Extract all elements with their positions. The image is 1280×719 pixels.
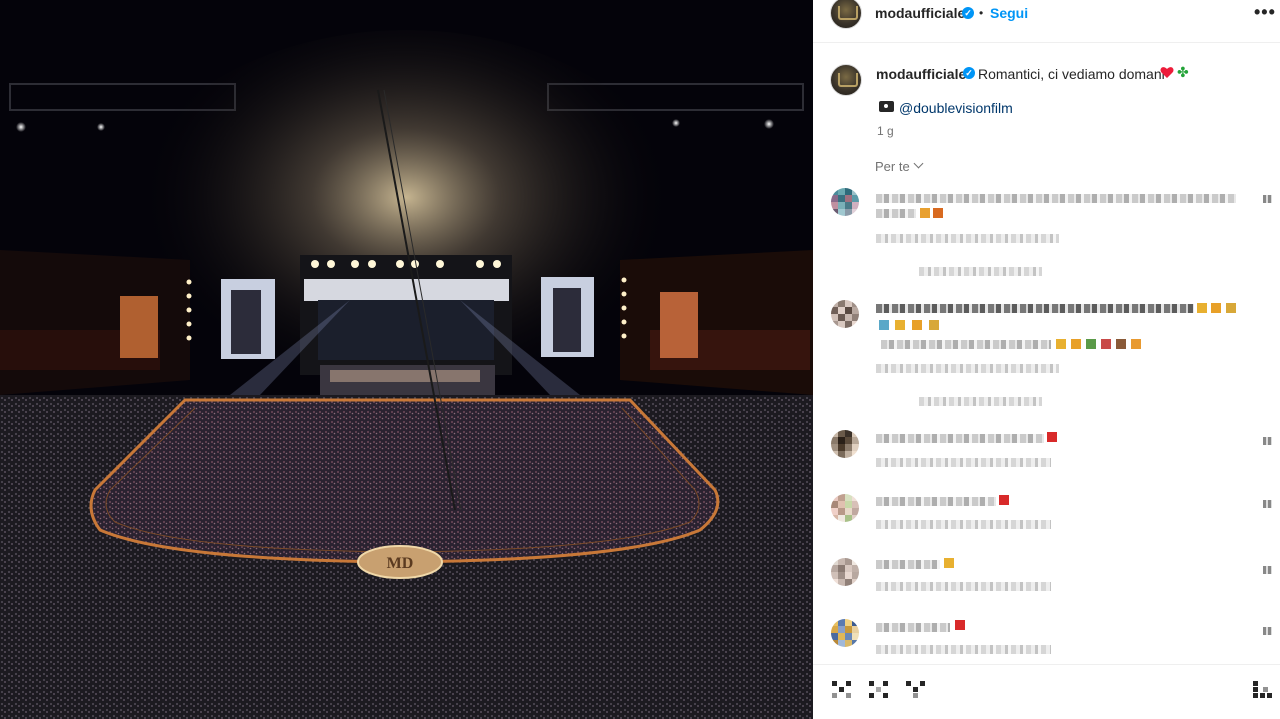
commenter-avatar[interactable]: [831, 494, 859, 522]
verified-badge-icon: ✓: [963, 67, 975, 79]
heart-emoji-icon: [955, 620, 965, 630]
comment-meta-pixelated: [876, 364, 1059, 373]
like-comment-icon[interactable]: [1263, 566, 1272, 574]
like-comment-icon[interactable]: [1263, 627, 1272, 635]
comment-meta-pixelated: [876, 645, 1051, 654]
comment-meta-pixelated: [876, 458, 1051, 467]
comment-sort-dropdown[interactable]: Per te: [875, 159, 910, 174]
like-comment-icon[interactable]: [1263, 500, 1272, 508]
commenter-avatar[interactable]: [831, 300, 859, 328]
comment-text-pixelated: [876, 304, 1194, 313]
follow-button[interactable]: Segui: [990, 5, 1028, 21]
verified-badge-icon: ✓: [962, 7, 974, 19]
caption-avatar[interactable]: [830, 64, 862, 96]
commenter-avatar[interactable]: [831, 619, 859, 647]
comment-meta-pixelated: [876, 520, 1051, 529]
emoji-icon: [929, 320, 939, 330]
emoji-icon: [1197, 303, 1207, 313]
save-icon[interactable]: [1253, 681, 1273, 699]
username-link[interactable]: modaufficiale: [875, 5, 965, 21]
comment-meta-pixelated: [876, 582, 1051, 591]
comment-text-pixelated: [876, 434, 1044, 443]
chevron-down-icon[interactable]: [913, 158, 924, 169]
comment-text-pixelated: [876, 194, 1236, 203]
commenter-avatar[interactable]: [831, 558, 859, 586]
commenter-avatar[interactable]: [831, 430, 859, 458]
emoji-icon: [933, 208, 943, 218]
emoji-icon: [1116, 339, 1126, 349]
view-replies-pixelated[interactable]: [919, 267, 1042, 276]
caption-text: Romantici, ci vediamo domani: [978, 66, 1165, 82]
comment-text-pixelated: [881, 340, 1051, 349]
concert-stadium-image: MD: [0, 0, 813, 719]
post-sidebar: modaufficiale ✓ • Segui ••• modaufficial…: [813, 0, 1280, 719]
post-timestamp[interactable]: 1 g: [877, 124, 894, 138]
like-comment-icon[interactable]: [1263, 437, 1272, 445]
comment-text-pixelated: [876, 623, 950, 632]
comment-text-pixelated: [876, 560, 940, 569]
heart-emoji-icon: [1160, 67, 1174, 78]
commenter-avatar[interactable]: [831, 188, 859, 216]
post-header: modaufficiale ✓ • Segui •••: [813, 0, 1280, 43]
avatar[interactable]: [830, 0, 862, 29]
like-icon[interactable]: [832, 681, 852, 699]
post-photo[interactable]: MD: [0, 0, 813, 719]
emoji-icon: [1056, 339, 1066, 349]
emoji-icon: [920, 208, 930, 218]
emoji-icon: [1226, 303, 1236, 313]
emoji-icon: [912, 320, 922, 330]
heart-emoji-icon: [1047, 432, 1057, 442]
heart-emoji-icon: [999, 495, 1009, 505]
svg-text:MD: MD: [387, 555, 414, 572]
four-leaf-clover-emoji-icon: ✤: [1177, 64, 1189, 80]
separator-dot: •: [979, 6, 984, 20]
like-comment-icon[interactable]: [1263, 195, 1272, 203]
view-replies-pixelated[interactable]: [919, 397, 1042, 406]
emoji-icon: [944, 558, 954, 568]
comment-meta-pixelated: [876, 234, 1059, 243]
comment-text-pixelated: [876, 497, 996, 506]
more-options-icon[interactable]: •••: [1254, 2, 1276, 23]
emoji-icon: [1086, 339, 1096, 349]
caption-username-link[interactable]: modaufficiale: [876, 66, 966, 82]
emoji-icon: [879, 320, 889, 330]
credit-mention-link[interactable]: @doublevisionfilm: [899, 100, 1013, 116]
comment-icon[interactable]: [869, 681, 889, 699]
action-bar: [813, 664, 1280, 719]
emoji-icon: [1211, 303, 1221, 313]
emoji-icon: [1131, 339, 1141, 349]
share-icon[interactable]: [906, 681, 926, 699]
emoji-icon: [1101, 339, 1111, 349]
emoji-icon: [895, 320, 905, 330]
camera-emoji-icon: [879, 101, 894, 112]
comment-text-pixelated: [876, 209, 916, 218]
emoji-icon: [1071, 339, 1081, 349]
